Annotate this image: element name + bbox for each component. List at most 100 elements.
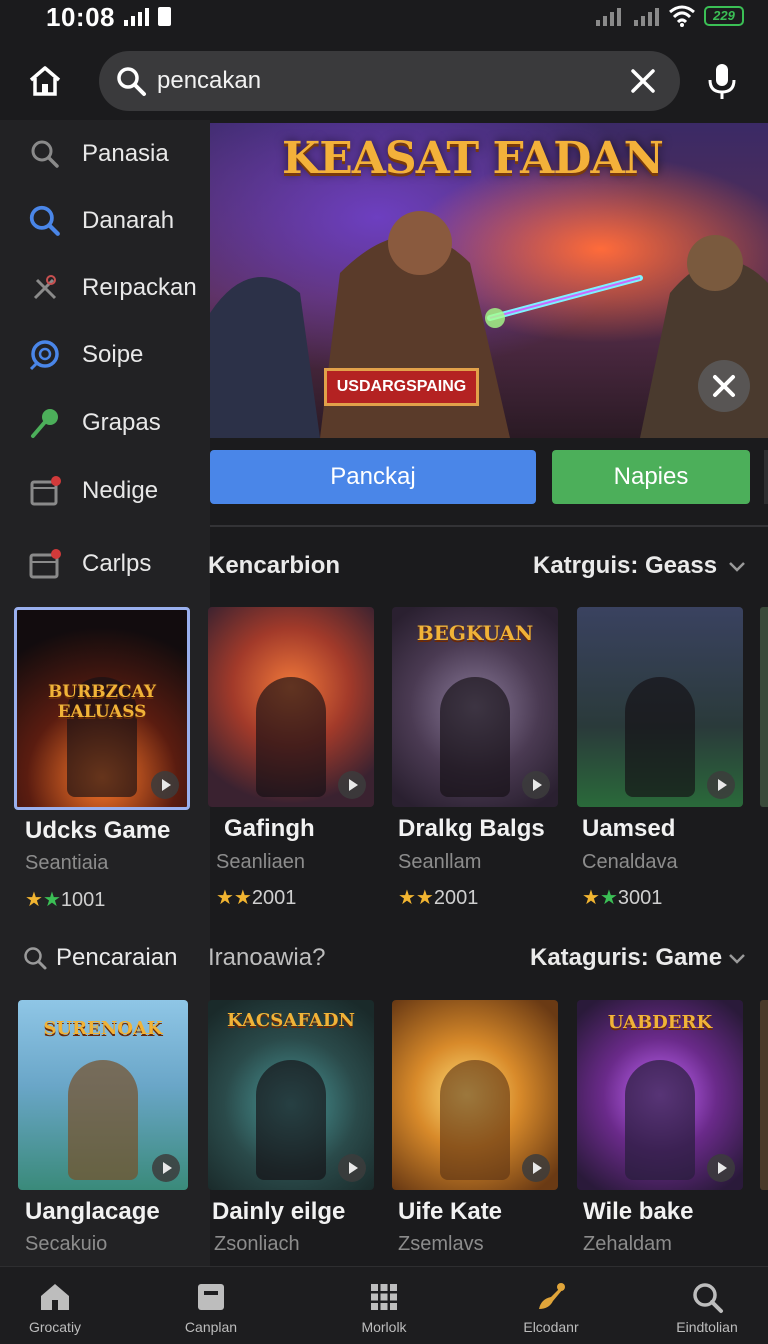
game-title: Uife Kate [398, 1198, 503, 1225]
banner-ribbon: USDARGSPAING [324, 368, 479, 406]
primary-action-button[interactable]: Panckaj [210, 450, 536, 504]
featured-banner[interactable]: KEASAT FADAN USDARGSPAING [210, 123, 768, 438]
battery-saver-icon [158, 7, 171, 26]
search-bar[interactable] [99, 51, 680, 111]
brush-icon [539, 1283, 565, 1309]
play-icon[interactable] [707, 771, 735, 799]
character-figure [625, 1060, 695, 1180]
play-icon[interactable] [152, 1154, 180, 1182]
nav-item-grocatiy[interactable]: Grocatiy [0, 1267, 110, 1344]
calendar-badge-icon [25, 544, 65, 584]
nav-item-eindtolian[interactable]: Eindtolian [652, 1267, 762, 1344]
status-bar: 10:08 229 [0, 0, 768, 36]
sidebar-item-label: Carlps [82, 550, 152, 577]
play-icon[interactable] [338, 771, 366, 799]
nav-label: Elcodanr [523, 1319, 579, 1335]
search-icon [117, 67, 146, 96]
game-thumbnail: UABDERK [577, 1000, 743, 1190]
home-button[interactable] [22, 60, 68, 102]
game-thumbnail: KACSAFADN [208, 1000, 374, 1190]
search-icon [25, 201, 65, 241]
nav-item-canplan[interactable]: Canplan [156, 1267, 266, 1344]
game-title: Uanglacage [25, 1198, 160, 1225]
game-title: Gafingh [224, 815, 315, 842]
signal-icon [634, 6, 659, 26]
game-subtitle: Zehaldam [583, 1233, 672, 1255]
game-thumbnail [577, 607, 743, 807]
game-title: Dralkg Balgs [398, 815, 545, 842]
close-icon [713, 375, 735, 397]
home-icon [41, 1284, 69, 1310]
calendar-badge-icon [25, 471, 65, 511]
play-icon[interactable] [522, 1154, 550, 1182]
secondary-action-button[interactable]: Napies [552, 450, 750, 504]
star-icon: ★★ [398, 887, 434, 909]
rating-count: 1001 [60, 889, 106, 911]
tools-icon [25, 268, 65, 308]
play-icon[interactable] [522, 771, 550, 799]
game-title: Wile bake [583, 1198, 694, 1225]
search-icon [693, 1283, 723, 1313]
sidebar-item-label: Soipe [82, 341, 144, 368]
rating-count: 2001 [433, 887, 479, 909]
sidebar-item-label: Reıpackan [82, 274, 197, 301]
nav-label: Grocatiy [28, 1319, 82, 1335]
play-icon[interactable] [151, 771, 179, 799]
star-icon: ★ [582, 887, 600, 909]
banner-close-button[interactable] [698, 360, 750, 412]
nav-item-morlolk[interactable]: Morlolk [329, 1267, 439, 1344]
signal-icon [596, 6, 621, 26]
wifi-icon [669, 5, 695, 27]
star-icon: ★ [599, 887, 618, 909]
sidebar-item-grapas[interactable]: Grapas [0, 395, 210, 451]
sidebar-item-carlps[interactable]: Carlps [0, 536, 210, 592]
character-figure [256, 1060, 326, 1180]
sidebar-item-reipackan[interactable]: Reıpackan [0, 260, 210, 316]
inbox-icon [198, 1284, 224, 1310]
category-filter[interactable]: Katrguis: Geass [533, 552, 717, 580]
sidebar-item-soipe[interactable]: Soipe [0, 327, 210, 383]
nav-label: Morlolk [361, 1319, 407, 1335]
game-rating: ★★3001 [582, 885, 662, 910]
star-icon: ★ [25, 889, 43, 911]
game-thumbnail [392, 1000, 558, 1190]
star-icon: ★★ [216, 887, 252, 909]
pin-icon [25, 403, 65, 443]
play-icon[interactable] [338, 1154, 366, 1182]
game-thumbnail: BEGKUAN [392, 607, 558, 807]
sidebar-item-label: Danarah [82, 207, 175, 234]
microphone-icon[interactable] [702, 60, 742, 102]
nav-item-elcodanr[interactable]: Elcodanr [496, 1267, 606, 1344]
nav-label: Eindtolian [676, 1319, 738, 1335]
nav-label: Canplan [184, 1319, 238, 1335]
search-icon [24, 947, 47, 970]
sidebar-item-panasia[interactable]: Panasia [0, 126, 210, 182]
game-subtitle: Secakuio [25, 1233, 108, 1255]
game-subtitle: Seanliaen [216, 851, 305, 873]
game-thumbnail: BURBZCAY EALUASS [14, 607, 190, 810]
clear-search-icon[interactable] [627, 65, 659, 97]
bottom-navigation: Grocatiy Canplan Morlolk Elcodanr Eindto… [0, 1266, 768, 1344]
home-icon [29, 66, 61, 96]
sidebar-item-nedige[interactable]: Nedige [0, 463, 210, 519]
character-figure [68, 1060, 138, 1180]
overflow-button-edge [764, 450, 768, 504]
battery-icon: 229 [704, 6, 744, 26]
game-subtitle: Zsonliach [214, 1233, 300, 1255]
game-rating: ★★2001 [216, 885, 296, 910]
chevron-down-icon[interactable] [726, 556, 748, 578]
thumbnail-title: BEGKUAN [416, 621, 534, 645]
next-card-peek [760, 607, 768, 807]
status-time: 10:08 [46, 2, 115, 32]
sidebar-item-label: Nedige [82, 477, 159, 504]
game-subtitle: Zsemlavs [398, 1233, 484, 1255]
game-rating: ★★1001 [25, 887, 105, 912]
play-icon[interactable] [707, 1154, 735, 1182]
chevron-down-icon[interactable] [726, 948, 748, 970]
category-filter[interactable]: Kataguris: Game [530, 944, 722, 972]
sidebar-item-danarah[interactable]: Danarah [0, 193, 210, 249]
next-card-peek [760, 1000, 768, 1190]
search-input[interactable] [157, 61, 597, 101]
sidebar-item-label: Panasia [82, 140, 169, 167]
character-figure [440, 1060, 510, 1180]
